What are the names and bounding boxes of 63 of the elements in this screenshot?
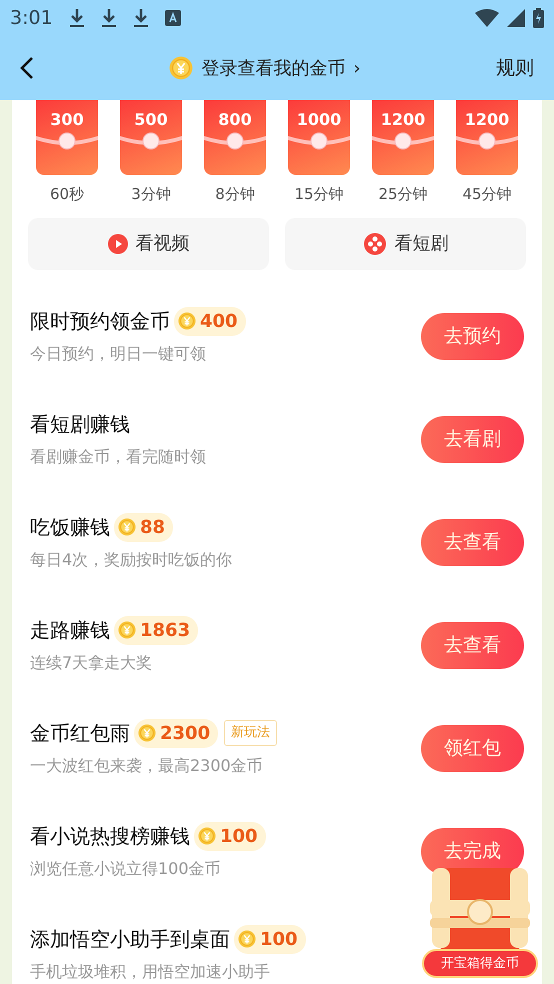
coin-icon [118, 518, 136, 536]
task-action-button[interactable]: 去查看 [421, 518, 524, 566]
task-title: 看短剧赚钱 [30, 411, 130, 438]
watch-drama-button[interactable]: 看短剧 [285, 218, 526, 270]
task-title: 限时预约领金币 [30, 308, 170, 335]
task-description: 每日4次，奖励按时吃饭的你 [30, 549, 232, 571]
film-reel-icon [362, 232, 386, 256]
wifi-icon [475, 9, 499, 27]
task-action-button[interactable]: 去预约 [421, 312, 524, 360]
task-title: 金币红包雨 [30, 720, 130, 747]
coin-icon [198, 827, 216, 845]
signal-icon [507, 9, 525, 27]
coin-icon [238, 930, 256, 948]
task-title: 看小说热搜榜赚钱 [30, 823, 190, 850]
play-icon [108, 234, 128, 254]
keyboard-icon [164, 10, 181, 26]
back-button[interactable] [20, 56, 34, 80]
task-title: 添加悟空小助手到桌面 [30, 926, 230, 953]
packet-time-label: 15分钟 [294, 184, 344, 205]
task-description: 浏览任意小说立得100金币 [30, 858, 221, 880]
task-description: 连续7天拿走大奖 [30, 652, 152, 674]
chevron-icon: › [353, 54, 361, 82]
chest-label: 开宝箱得金币 [422, 948, 538, 978]
envelope-card[interactable]: 1200 [372, 100, 434, 175]
packet-time-label: 45分钟 [462, 184, 512, 205]
coin-icon [138, 724, 156, 742]
coin-reward-badge: 400 [174, 306, 246, 336]
download-icon [132, 8, 149, 28]
task-action-button[interactable]: 去看剧 [421, 416, 524, 462]
rules-button[interactable]: 规则 [496, 54, 534, 82]
envelope-card[interactable]: 800 [204, 100, 266, 175]
task-title: 走路赚钱 [30, 617, 110, 644]
packet-time-label: 25分钟 [378, 184, 428, 205]
watch-video-button[interactable]: 看视频 [28, 218, 269, 270]
packet-time-label: 3分钟 [131, 184, 171, 205]
coin-icon [169, 56, 194, 80]
download-icon [68, 8, 85, 28]
back-icon [20, 56, 34, 80]
coin-icon [118, 621, 136, 639]
task-title: 吃饭赚钱 [30, 514, 110, 541]
coin-reward-badge: 2300 [134, 718, 218, 748]
task-description: 今日预约，明日一键可领 [30, 343, 206, 365]
task-description: 看剧赚金币，看完随时领 [30, 446, 206, 468]
battery-icon [533, 8, 544, 28]
coin-icon [178, 312, 196, 330]
status-time: 3:01 [10, 6, 53, 31]
new-tag: 新玩法 [224, 720, 278, 746]
packet-time-label: 8分钟 [215, 184, 255, 205]
envelope-card[interactable]: 1000 [288, 100, 350, 175]
download-icon [100, 8, 117, 28]
envelope-card[interactable]: 300 [36, 100, 98, 175]
packet-time-label: 60秒 [50, 184, 84, 205]
coin-reward-badge: 88 [114, 512, 174, 542]
login-coins-link[interactable]: 登录查看我的金币 [201, 54, 346, 82]
coin-reward-badge: 100 [194, 822, 266, 850]
coin-reward-badge: 100 [234, 924, 306, 954]
task-action-button[interactable]: 去查看 [421, 622, 524, 668]
envelope-card[interactable]: 1200 [456, 100, 518, 175]
coin-reward-badge: 1863 [114, 616, 198, 644]
task-description: 一大波红包来袭，最高2300金币 [30, 755, 263, 777]
task-description: 手机垃圾堆积，用悟空加速小助手 [30, 961, 270, 983]
envelope-card[interactable]: 500 [120, 100, 182, 175]
task-action-button[interactable]: 领红包 [421, 724, 524, 772]
